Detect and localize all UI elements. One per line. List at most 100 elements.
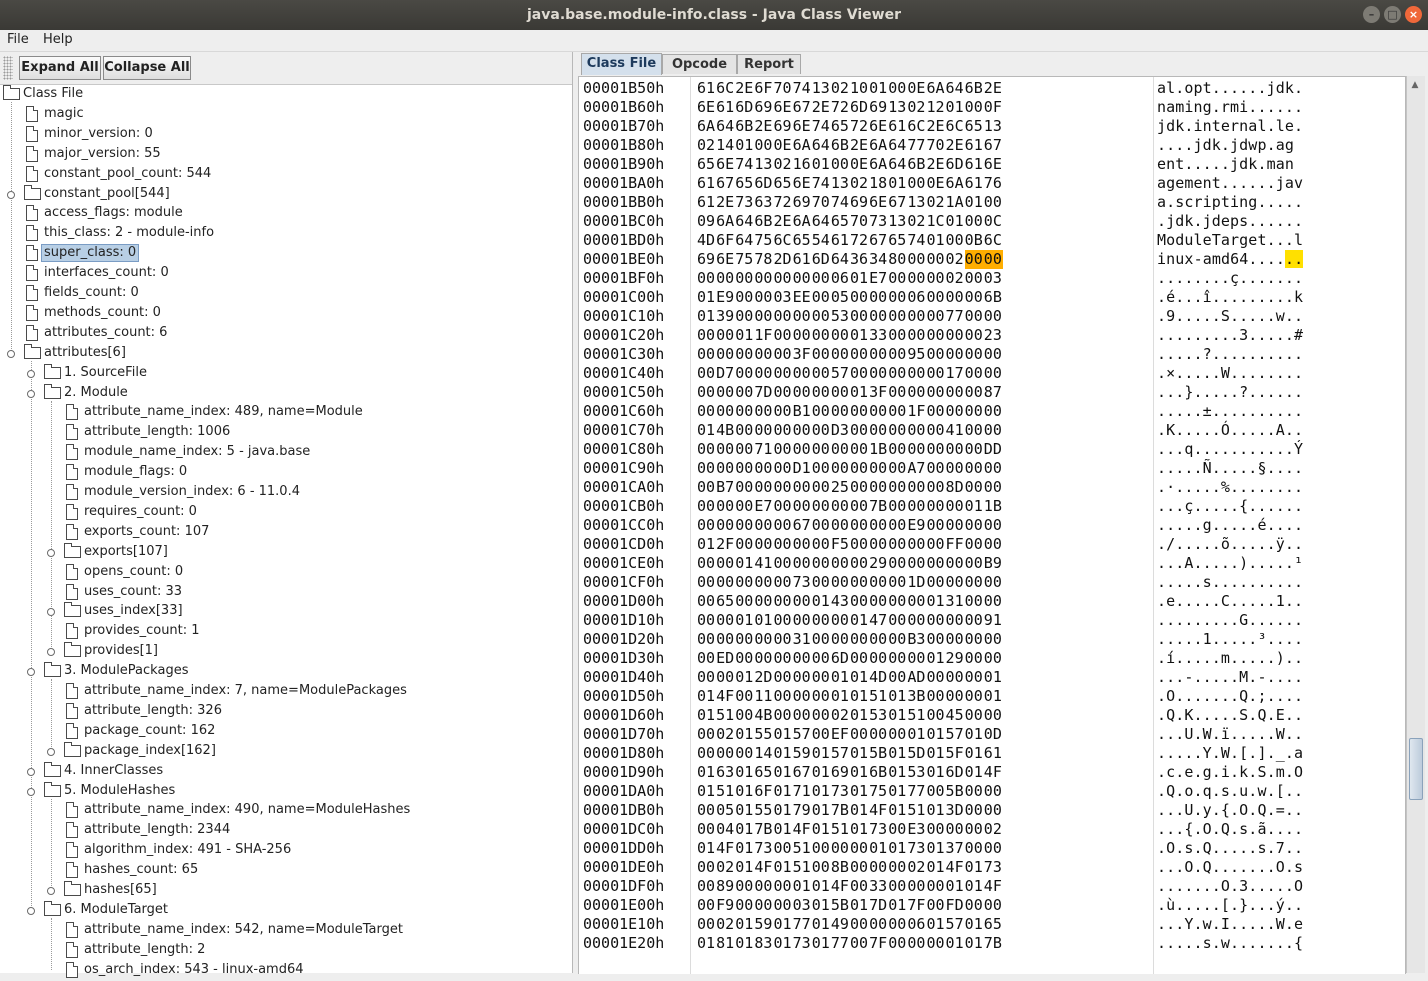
hex-byte[interactable]: 00 — [965, 573, 984, 592]
hex-byte[interactable]: 00 — [812, 307, 831, 326]
hex-byte[interactable]: 00 — [984, 535, 1003, 554]
tree-leaf-node[interactable]: magic — [0, 105, 570, 125]
collapse-toggle-icon[interactable] — [7, 349, 15, 358]
hex-byte[interactable]: 95 — [907, 345, 926, 364]
hex-byte[interactable]: 01 — [735, 820, 754, 839]
hex-byte[interactable]: 55 — [754, 725, 773, 744]
hex-byte[interactable]: 00 — [812, 554, 831, 573]
hex-byte[interactable]: 01 — [812, 592, 831, 611]
menu-help[interactable]: Help — [43, 32, 73, 47]
hex-byte[interactable]: 00 — [831, 459, 850, 478]
hex-byte[interactable]: 02 — [716, 725, 735, 744]
hex-byte[interactable]: 01 — [850, 269, 869, 288]
hex-byte[interactable]: 70 — [850, 212, 869, 231]
hex-byte[interactable]: 53 — [869, 706, 888, 725]
hex-byte[interactable]: 67 — [716, 174, 735, 193]
expand-toggle-icon[interactable] — [47, 608, 55, 617]
hex-byte[interactable]: 00 — [773, 478, 792, 497]
hex-byte[interactable]: 00 — [965, 801, 984, 820]
hex-byte[interactable]: 01 — [888, 801, 907, 820]
hex-byte[interactable]: 00 — [926, 535, 945, 554]
hex-byte[interactable]: 74 — [812, 117, 831, 136]
hex-byte[interactable]: 00 — [812, 345, 831, 364]
hex-byte[interactable]: 2F — [716, 535, 735, 554]
hex-byte[interactable]: 00 — [793, 554, 812, 573]
hex-byte[interactable]: 06 — [907, 915, 926, 934]
hex-byte[interactable]: 7D — [869, 896, 888, 915]
hex-byte[interactable]: 00 — [812, 497, 831, 516]
hex-byte[interactable]: 01 — [965, 763, 984, 782]
hex-byte[interactable]: 6F — [754, 79, 773, 98]
hex-byte[interactable]: 01 — [965, 877, 984, 896]
hex-byte[interactable]: 00 — [697, 801, 716, 820]
hex-byte[interactable]: 2E — [773, 212, 792, 231]
hex-byte[interactable]: 7B — [831, 801, 850, 820]
hex-byte[interactable]: 4F — [716, 687, 735, 706]
hex-byte[interactable]: 01 — [697, 763, 716, 782]
hex-byte[interactable]: 6B — [754, 212, 773, 231]
hex-byte[interactable]: 00 — [907, 478, 926, 497]
hex-byte[interactable]: 00 — [907, 250, 926, 269]
hex-byte[interactable]: 01 — [735, 763, 754, 782]
hex-byte[interactable]: 00 — [907, 497, 926, 516]
hex-byte[interactable]: 01 — [735, 554, 754, 573]
hex-byte[interactable]: 02 — [926, 193, 945, 212]
hex-byte[interactable]: 01 — [735, 858, 754, 877]
hex-byte[interactable]: 2E — [946, 136, 965, 155]
tree-folder-node[interactable]: package_index[162] — [0, 741, 570, 762]
hex-byte[interactable]: 00 — [735, 535, 754, 554]
hex-byte[interactable]: 00 — [926, 269, 945, 288]
hex-byte[interactable]: 00 — [869, 364, 888, 383]
hex-byte[interactable]: 00 — [754, 592, 773, 611]
tree-leaf-node[interactable]: access_flags: module — [0, 204, 570, 224]
hex-byte[interactable]: 00 — [793, 497, 812, 516]
hex-byte[interactable]: 00 — [697, 402, 716, 421]
hex-byte[interactable]: 0E — [926, 174, 945, 193]
hex-byte[interactable]: 61 — [697, 79, 716, 98]
hex-byte[interactable]: 00 — [697, 820, 716, 839]
toolbar-grip[interactable] — [3, 56, 13, 80]
hex-byte[interactable]: 77 — [946, 307, 965, 326]
hex-byte[interactable]: 13 — [888, 98, 907, 117]
hex-byte[interactable]: 3F — [793, 345, 812, 364]
hex-byte[interactable]: 00 — [812, 573, 831, 592]
tree-leaf-node[interactable]: module_flags: 0 — [0, 463, 570, 483]
hex-byte[interactable]: 6E — [716, 155, 735, 174]
hex-byte[interactable]: 00 — [965, 896, 984, 915]
hex-byte[interactable]: 00 — [888, 516, 907, 535]
hex-byte[interactable]: 49 — [831, 915, 850, 934]
hex-byte[interactable]: 6C — [946, 117, 965, 136]
hex-byte[interactable]: 74 — [907, 231, 926, 250]
hex-byte[interactable]: 59 — [754, 915, 773, 934]
hex-byte[interactable]: 03 — [773, 288, 792, 307]
tree-leaf-node[interactable]: uses_count: 33 — [0, 583, 570, 603]
scroll-up-icon[interactable]: ▲ — [1409, 79, 1421, 91]
hex-byte[interactable]: 4F — [869, 801, 888, 820]
hex-byte[interactable]: 00 — [773, 877, 792, 896]
hex-byte[interactable]: 01 — [984, 687, 1003, 706]
hex-byte[interactable]: 00 — [716, 554, 735, 573]
hex-byte[interactable]: 4F — [984, 877, 1003, 896]
hex-byte[interactable]: 00 — [850, 497, 869, 516]
hex-byte[interactable]: 00 — [716, 402, 735, 421]
hex-byte[interactable]: 7D — [754, 383, 773, 402]
hex-byte[interactable]: 00 — [888, 535, 907, 554]
hex-byte[interactable]: 00 — [793, 383, 812, 402]
tree-folder-node[interactable]: exports[107] — [0, 542, 570, 563]
hex-byte[interactable]: 00 — [965, 535, 984, 554]
hex-byte[interactable]: DD — [984, 440, 1003, 459]
hex-byte[interactable]: E7 — [869, 269, 888, 288]
hex-byte[interactable]: 74 — [793, 79, 812, 98]
hex-byte[interactable]: 01 — [907, 725, 926, 744]
hex-byte[interactable]: 00 — [888, 402, 907, 421]
hex-byte[interactable]: 01 — [850, 820, 869, 839]
hex-byte[interactable]: 01 — [888, 744, 907, 763]
hex-byte[interactable]: 41 — [754, 554, 773, 573]
hex-byte[interactable]: 01 — [850, 383, 869, 402]
hex-byte[interactable]: 65 — [735, 174, 754, 193]
hex-byte[interactable]: 00 — [773, 896, 792, 915]
hex-byte[interactable]: 71 — [793, 782, 812, 801]
hex-byte[interactable]: 00 — [773, 421, 792, 440]
tree-leaf-node[interactable]: this_class: 2 - module-info — [0, 224, 570, 244]
hex-byte[interactable]: 00 — [735, 345, 754, 364]
